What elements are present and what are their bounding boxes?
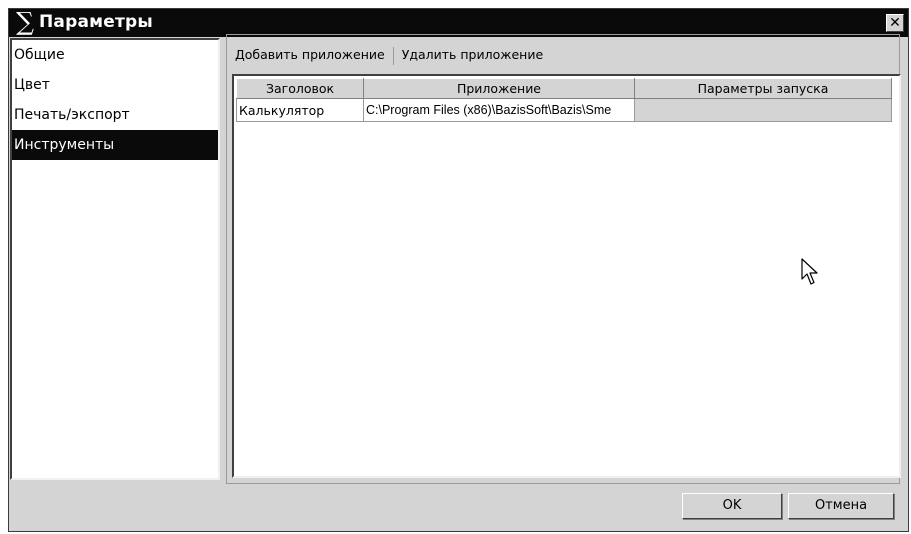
category-item-tools[interactable]: Инструменты	[12, 130, 218, 160]
category-label: Инструменты	[14, 137, 115, 153]
category-item-print-export[interactable]: Печать/экспорт	[12, 100, 218, 130]
table-row[interactable]: Калькулятор C:\Program Files (x86)\Bazis…	[236, 98, 892, 122]
close-button[interactable]: ✕	[886, 14, 904, 32]
title-bar[interactable]: ∑ Параметры ✕	[9, 9, 908, 37]
cell-application-path[interactable]: C:\Program Files (x86)\BazisSoft\Bazis\S…	[363, 98, 635, 122]
toolbar-separator	[392, 46, 394, 65]
category-item-general[interactable]: Общие	[12, 40, 218, 70]
mouse-cursor-icon	[801, 258, 818, 285]
cell-title[interactable]: Калькулятор	[236, 98, 364, 122]
table-header-row: Заголовок Приложение Параметры запуска	[236, 78, 892, 99]
remove-application-button[interactable]: Удалить приложение	[399, 44, 546, 66]
applications-table: Заголовок Приложение Параметры запуска К…	[236, 78, 892, 122]
sigma-icon: ∑	[16, 7, 34, 36]
category-list[interactable]: Общие Цвет Печать/экспорт Инструменты	[10, 38, 220, 480]
category-item-color[interactable]: Цвет	[12, 70, 218, 100]
window-title: Параметры	[39, 12, 153, 32]
tools-toolbar: Добавить приложение Удалить приложение	[232, 44, 546, 66]
cell-launch-params[interactable]	[634, 98, 892, 122]
category-label: Печать/экспорт	[14, 107, 130, 123]
close-icon: ✕	[889, 15, 901, 31]
add-application-button[interactable]: Добавить приложение	[232, 44, 388, 66]
category-label: Общие	[14, 47, 65, 63]
column-header-title[interactable]: Заголовок	[236, 78, 364, 99]
ok-button[interactable]: OK	[682, 493, 782, 519]
cancel-button[interactable]: Отмена	[788, 493, 894, 519]
column-header-launch-params[interactable]: Параметры запуска	[634, 78, 892, 99]
column-header-application[interactable]: Приложение	[363, 78, 635, 99]
category-label: Цвет	[14, 77, 50, 93]
